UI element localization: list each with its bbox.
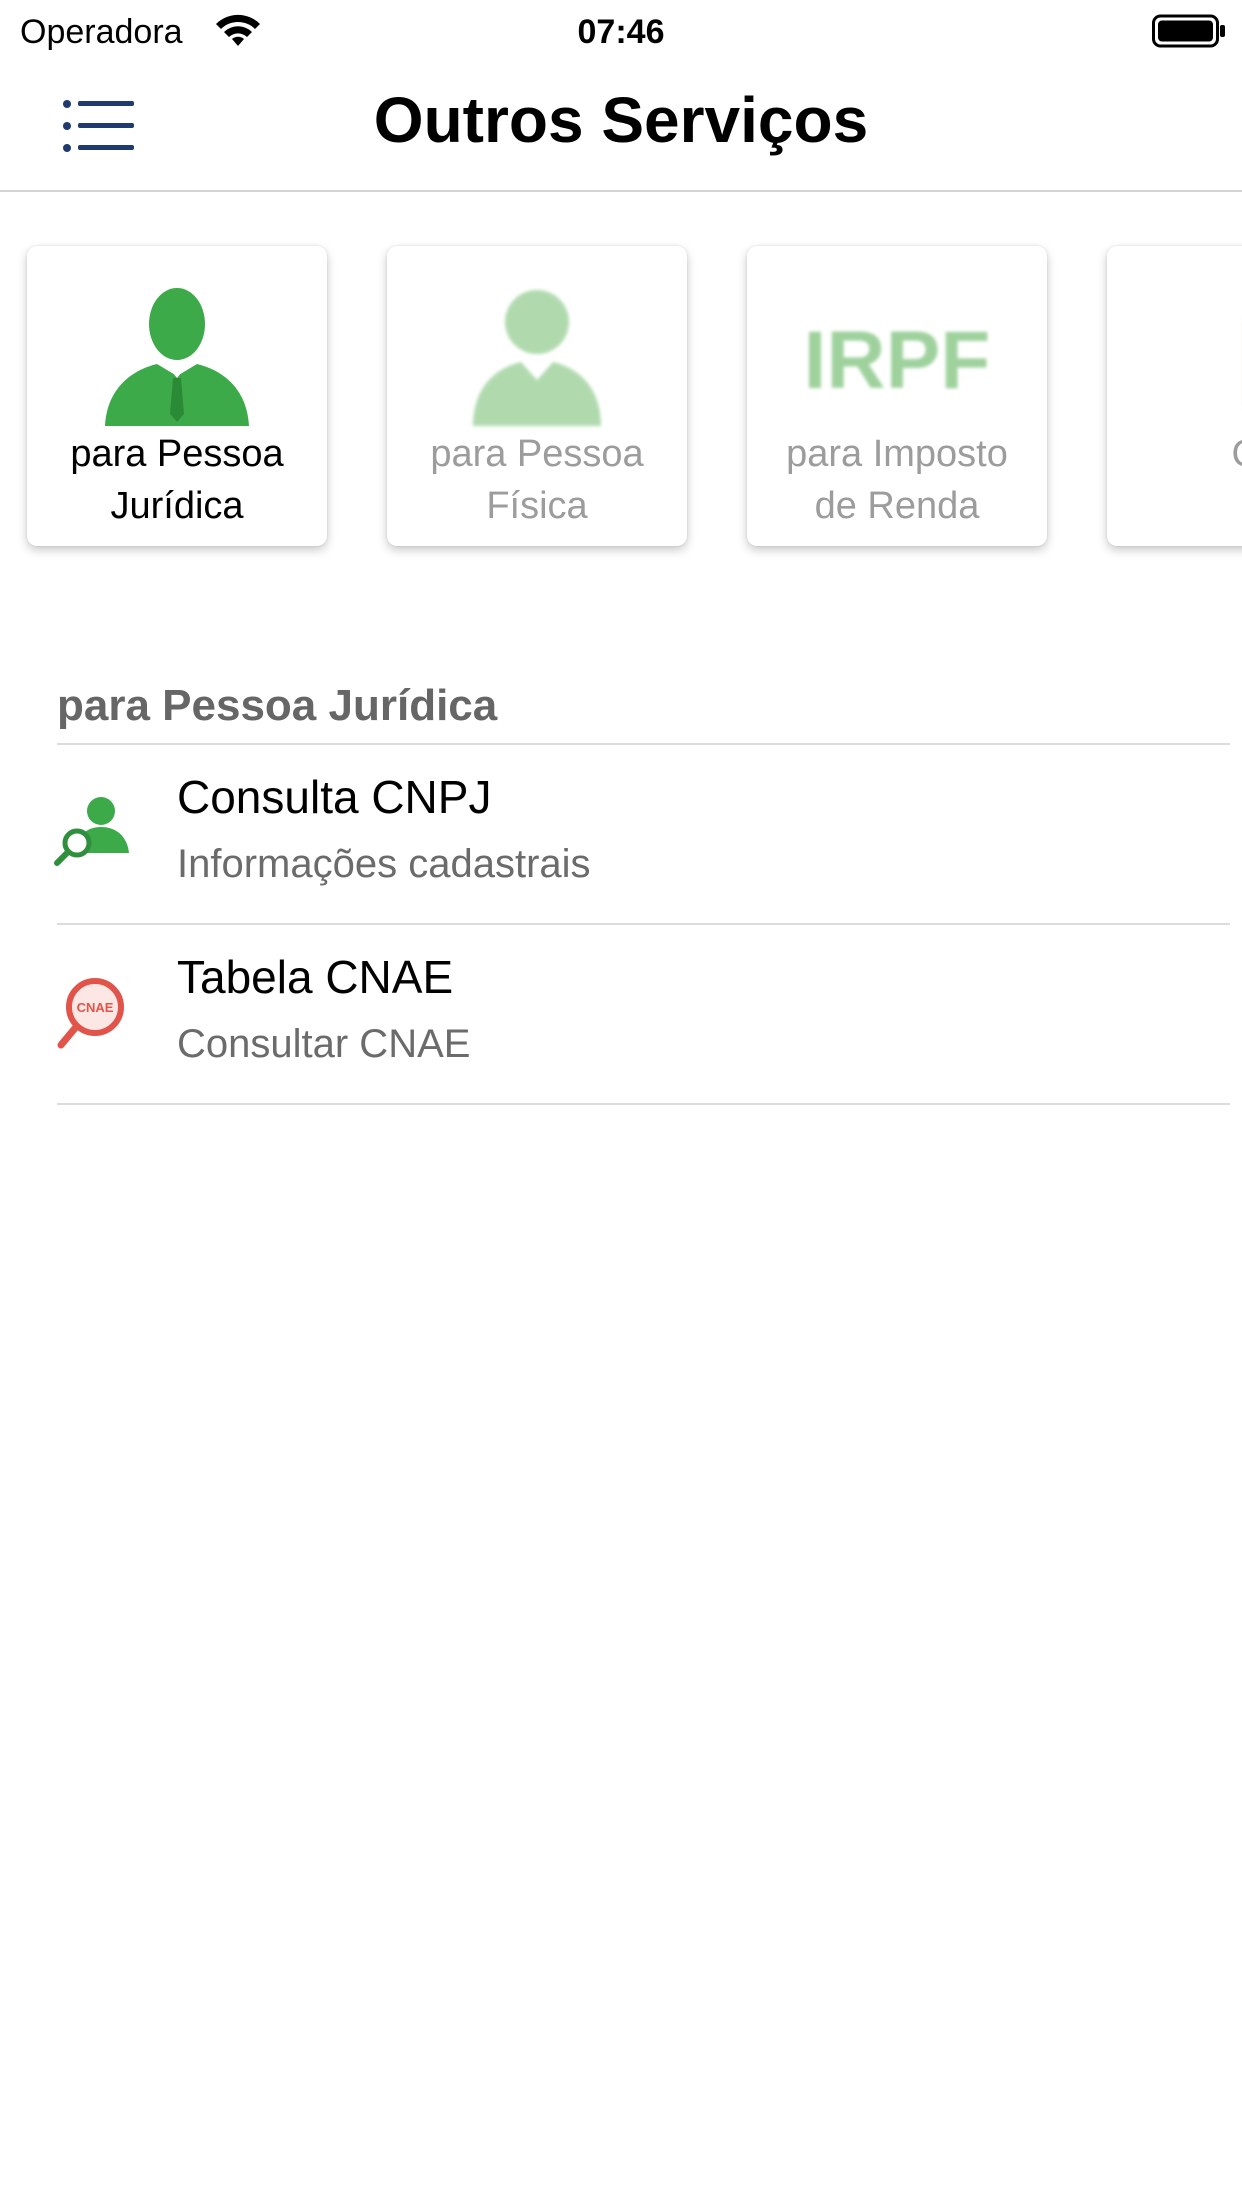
category-card-pessoa-juridica[interactable]: para Pessoa Jurídica [27, 246, 327, 546]
item-subtitle: Informações cadastrais [177, 842, 591, 886]
category-label: Ou [1117, 428, 1242, 480]
list-item-consulta-cnpj[interactable]: Consulta CNPJ Informações cadastrais [54, 745, 1230, 925]
status-time: 07:46 [577, 13, 665, 51]
item-title: Tabela CNAE [177, 951, 454, 1003]
svg-text:IRPF: IRPF [804, 315, 991, 406]
person-search-icon [54, 797, 129, 866]
section-header: para Pessoa Jurídica [57, 681, 498, 730]
document-icon [1157, 276, 1242, 426]
irpf-text-icon: IRPF [804, 315, 991, 406]
category-card-imposto-renda[interactable]: IRPF para Imposto de Renda [747, 246, 1047, 546]
list-item-tabela-cnae[interactable]: CNAE Tabela CNAE Consultar CNAE [57, 925, 1230, 1105]
category-carousel[interactable]: para Pessoa Jurídica para Pessoa Física … [0, 192, 1242, 592]
svg-text:CNAE: CNAE [77, 1000, 114, 1015]
category-label: para Pessoa Jurídica [70, 433, 284, 527]
category-label: para Pessoa Física [430, 433, 644, 527]
category-card-outros[interactable]: Ou [1107, 246, 1242, 546]
item-subtitle: Consultar CNAE [177, 1022, 471, 1066]
business-person-icon [105, 288, 249, 426]
item-title: Consulta CNPJ [177, 771, 492, 823]
navigation-bar: Outros Serviços [0, 62, 1242, 192]
cnae-search-icon: CNAE [57, 978, 124, 1049]
person-icon [473, 290, 601, 426]
category-card-pessoa-fisica[interactable]: para Pessoa Física [387, 246, 687, 546]
category-label: para Imposto de Renda [786, 433, 1008, 527]
status-bar: Operadora 07:46 [0, 0, 1242, 62]
battery-full-icon [1152, 14, 1225, 48]
page-title: Outros Serviços [373, 84, 869, 156]
